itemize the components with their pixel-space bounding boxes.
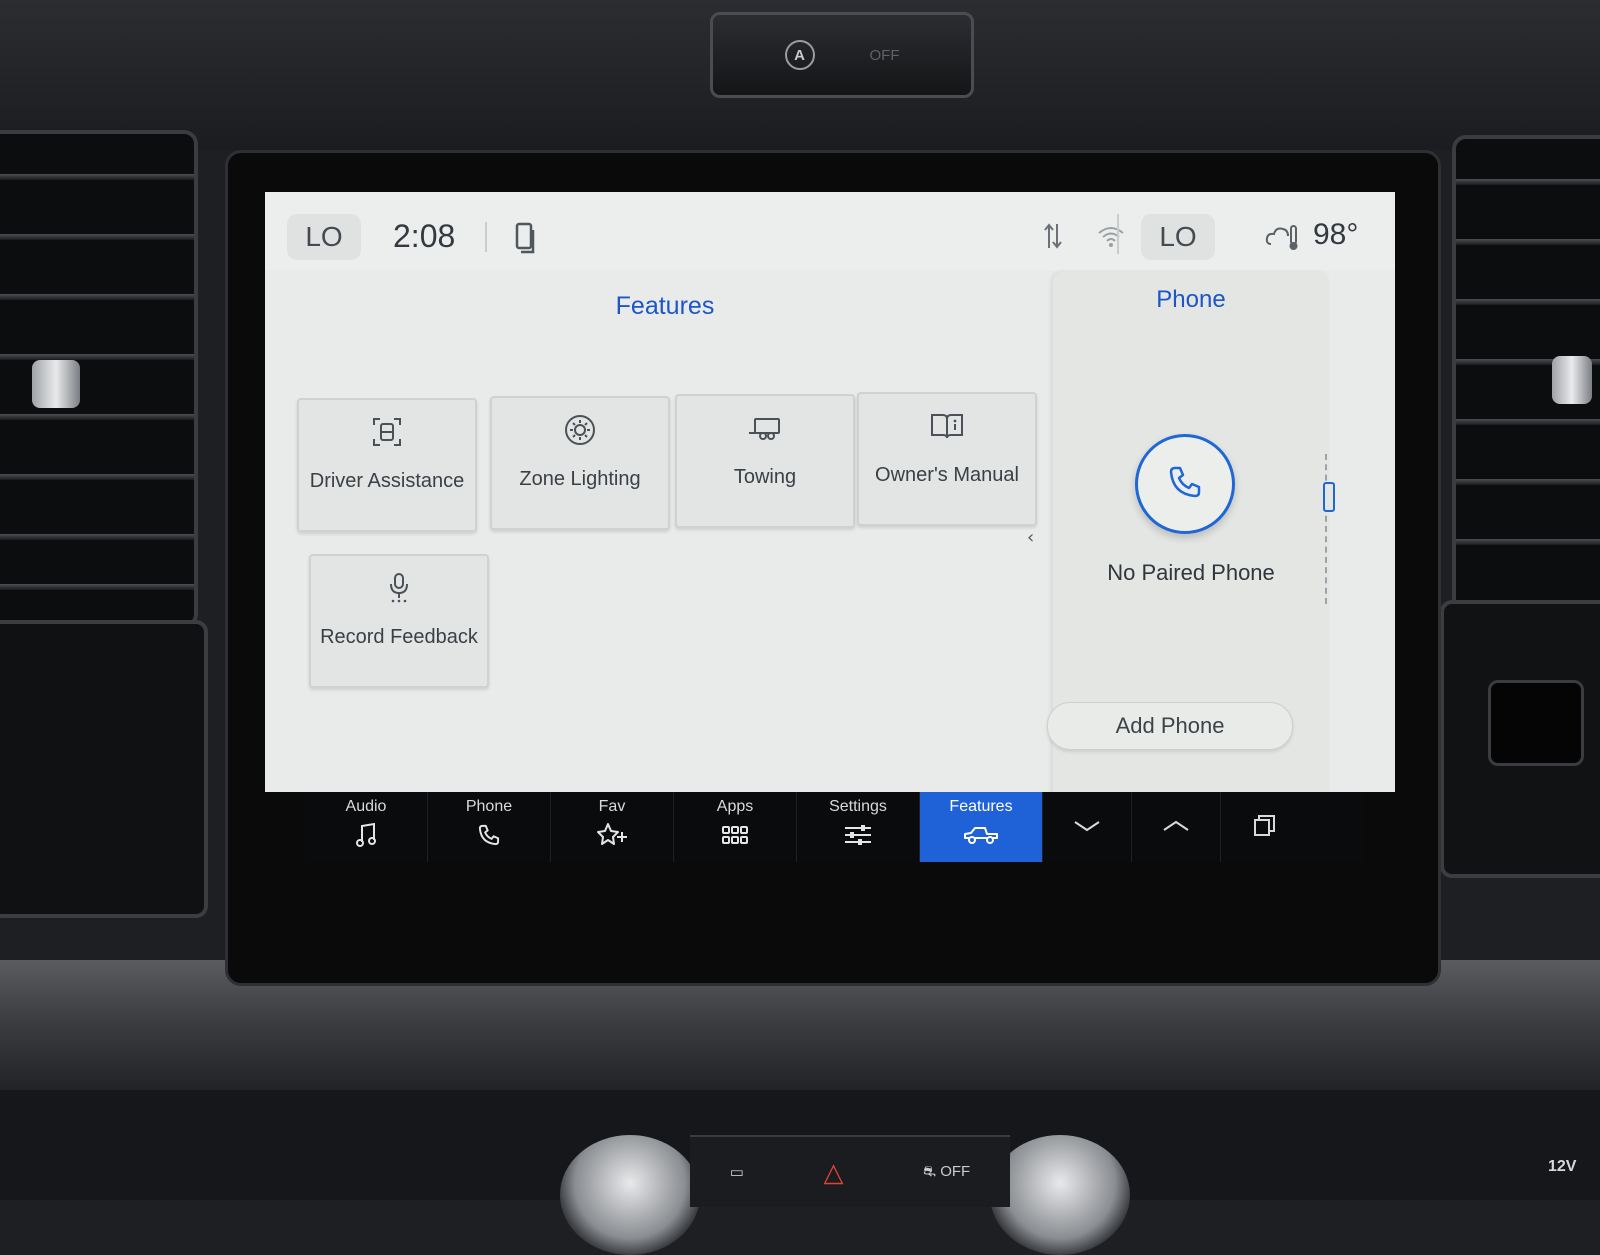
nav-phone[interactable]: Phone bbox=[428, 792, 551, 862]
phone-projection-icon bbox=[515, 222, 537, 260]
nav-label: Settings bbox=[829, 798, 887, 815]
panel-scrollbar[interactable] bbox=[1325, 454, 1331, 604]
trailer-icon bbox=[747, 410, 783, 446]
microphone-icon bbox=[385, 570, 413, 606]
tile-driver-assistance[interactable]: Driver Assistance bbox=[297, 398, 477, 532]
tile-label: Owner's Manual bbox=[875, 464, 1019, 486]
nav-chevron-down[interactable] bbox=[1043, 792, 1132, 862]
tile-owners-manual[interactable]: Owner's Manual bbox=[857, 392, 1037, 526]
phone-panel-title: Phone bbox=[1156, 286, 1226, 313]
auto-start-stop-off-label: OFF bbox=[869, 46, 900, 64]
signal-arrows-icon bbox=[1043, 222, 1063, 254]
nav-chevron-up[interactable] bbox=[1132, 792, 1221, 862]
usb-port bbox=[1488, 680, 1584, 766]
left-air-vent bbox=[0, 130, 198, 628]
tile-record-feedback[interactable]: Record Feedback bbox=[309, 554, 489, 688]
sliders-icon bbox=[843, 820, 873, 850]
music-note-icon bbox=[355, 820, 377, 850]
auto-start-stop-icon: A bbox=[784, 40, 815, 70]
phone-panel: Phone No Paired Phone Add Phone bbox=[1047, 272, 1335, 792]
zone-lighting-icon bbox=[563, 412, 597, 448]
auto-start-stop-switch[interactable]: A OFF bbox=[710, 12, 974, 98]
tile-label: Record Feedback bbox=[320, 626, 478, 648]
phone-status-text: No Paired Phone bbox=[1107, 560, 1275, 585]
stacked-windows-icon bbox=[1252, 812, 1278, 842]
traction-control-button[interactable]: ⛐ OFF bbox=[923, 1163, 970, 1182]
chevron-up-icon bbox=[1162, 818, 1190, 837]
add-phone-button[interactable]: Add Phone bbox=[1047, 702, 1293, 750]
infotainment-screen: LO 2:08 LO 98° Features Driver Assistanc… bbox=[265, 192, 1395, 792]
nav-apps[interactable]: Apps bbox=[674, 792, 797, 862]
right-vent-knob[interactable] bbox=[1552, 356, 1592, 404]
nav-label: Apps bbox=[716, 798, 754, 815]
tile-label: Zone Lighting bbox=[519, 468, 641, 490]
left-vent-knob[interactable] bbox=[32, 360, 80, 408]
nav-multitask[interactable] bbox=[1221, 792, 1309, 862]
rear-defrost-icon[interactable]: ▭ bbox=[730, 1163, 744, 1181]
wifi-icon bbox=[1097, 224, 1125, 252]
driver-temp-chip[interactable]: LO bbox=[287, 214, 361, 260]
status-bar: LO 2:08 LO 98° bbox=[265, 192, 1395, 270]
clock: 2:08 bbox=[393, 218, 456, 254]
right-climate-knob[interactable] bbox=[990, 1135, 1130, 1255]
traction-off-label: OFF bbox=[940, 1162, 971, 1180]
page-title: Features bbox=[615, 292, 715, 320]
outside-temperature: 98° bbox=[1313, 218, 1359, 251]
phone-call-button[interactable] bbox=[1135, 434, 1235, 534]
nav-settings[interactable]: Settings bbox=[797, 792, 920, 862]
nav-audio[interactable]: Audio bbox=[305, 792, 428, 862]
tile-zone-lighting[interactable]: Zone Lighting bbox=[490, 396, 670, 530]
collapse-panel-arrow[interactable]: ‹ bbox=[1027, 527, 1034, 548]
tile-towing[interactable]: Towing bbox=[675, 394, 855, 528]
nav-label: Phone bbox=[465, 798, 513, 815]
nav-label: Features bbox=[949, 798, 1013, 815]
hazard-icon[interactable]: △ bbox=[824, 1157, 844, 1188]
driver-assist-icon bbox=[370, 414, 404, 450]
left-climate-knob[interactable] bbox=[560, 1135, 700, 1255]
star-add-icon bbox=[596, 820, 628, 850]
cloud-thermometer-icon bbox=[1265, 222, 1301, 256]
manual-book-icon bbox=[929, 408, 965, 444]
phone-icon bbox=[1165, 462, 1205, 506]
phone-icon bbox=[476, 820, 502, 850]
nav-label: Fav bbox=[598, 798, 626, 815]
panel-scroll-thumb[interactable] bbox=[1323, 482, 1335, 512]
nav-favorites[interactable]: Fav bbox=[551, 792, 674, 862]
left-trim-panel bbox=[0, 620, 208, 918]
chevron-down-icon bbox=[1073, 818, 1101, 837]
center-control-strip: ▭ △ ⛐ OFF bbox=[690, 1135, 1010, 1207]
apps-grid-icon bbox=[721, 820, 749, 850]
status-divider bbox=[1117, 214, 1119, 254]
status-divider bbox=[485, 222, 487, 252]
tile-label: Towing bbox=[733, 466, 797, 488]
nav-label: Audio bbox=[345, 798, 387, 815]
truck-icon bbox=[963, 820, 999, 850]
passenger-temp-chip[interactable]: LO bbox=[1141, 214, 1215, 260]
power-outlet-label: 12V bbox=[1548, 1158, 1577, 1175]
bottom-nav: Audio Phone Fav Apps Settings Features bbox=[305, 792, 1365, 862]
nav-features[interactable]: Features bbox=[920, 792, 1043, 862]
tile-label: Driver Assistance bbox=[309, 470, 465, 492]
